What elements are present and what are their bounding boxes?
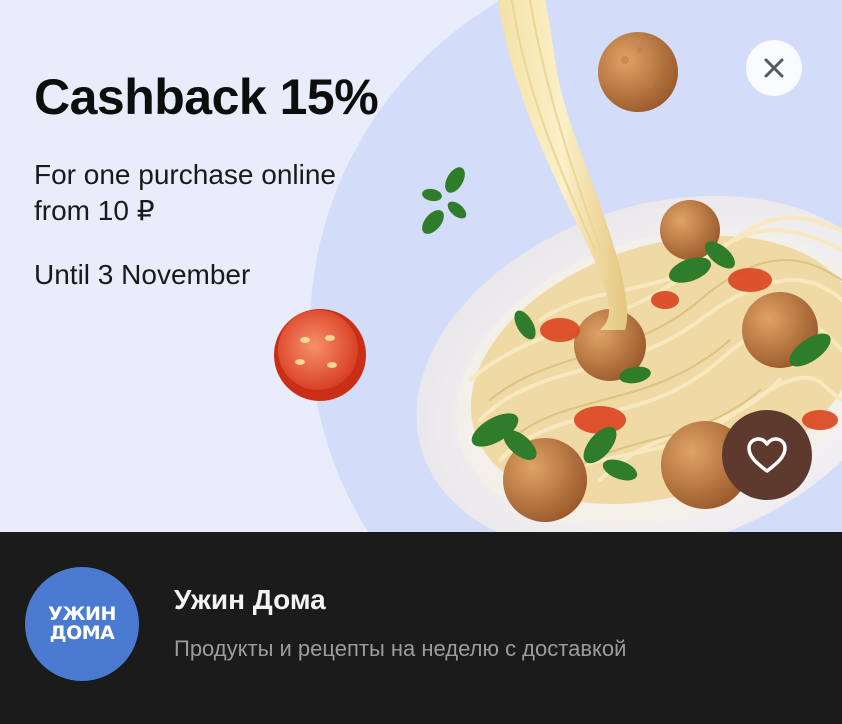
brand-description: Продукты и рецепты на неделю с доставкой bbox=[174, 636, 627, 661]
heart-icon bbox=[747, 437, 787, 473]
brand-name[interactable]: Ужин Дома bbox=[174, 584, 326, 616]
brand-logo[interactable]: УЖИН ДОМА bbox=[25, 567, 139, 681]
brand-footer[interactable]: УЖИН ДОМА Ужин Дома Продукты и рецепты н… bbox=[0, 532, 842, 724]
promo-card[interactable]: Cashback 15% For one purchase online fro… bbox=[0, 0, 842, 724]
promo-condition-line-2: from 10 ₽ bbox=[34, 195, 155, 226]
favorite-button[interactable] bbox=[722, 410, 812, 500]
close-icon bbox=[764, 58, 784, 78]
promo-expiry: Until 3 November bbox=[34, 259, 251, 290]
close-button[interactable] bbox=[746, 40, 802, 96]
promo-condition-line-1: For one purchase online bbox=[34, 159, 336, 190]
logo-text-line-2: ДОМА bbox=[49, 622, 115, 644]
promo-headline: Cashback 15% bbox=[34, 69, 379, 125]
promo-banner[interactable]: Cashback 15% For one purchase online fro… bbox=[0, 0, 842, 532]
